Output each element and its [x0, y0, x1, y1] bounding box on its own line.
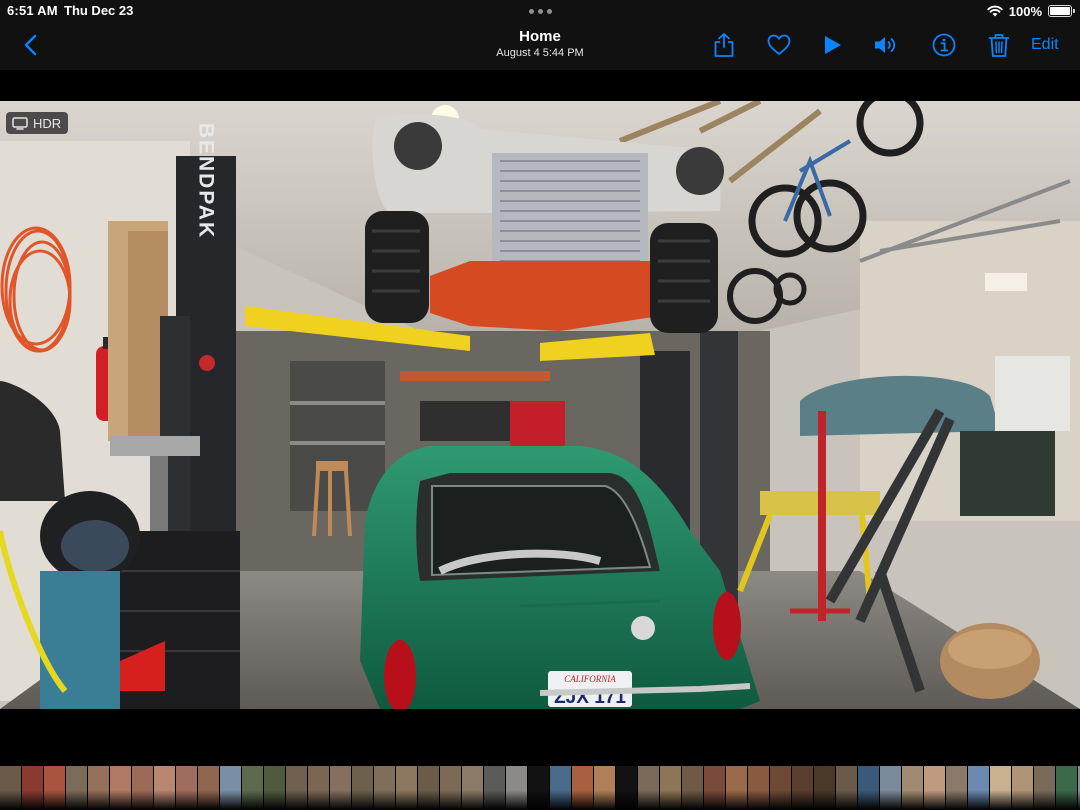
filmstrip-thumbnail[interactable]: [506, 766, 527, 810]
filmstrip-thumbnail[interactable]: [308, 766, 329, 810]
filmstrip-thumbnail[interactable]: [638, 766, 659, 810]
volume-icon[interactable]: [873, 32, 899, 58]
play-icon[interactable]: [820, 32, 846, 58]
filmstrip-thumbnail[interactable]: [1012, 766, 1033, 810]
filmstrip-thumbnail[interactable]: [66, 766, 87, 810]
heart-icon[interactable]: [766, 32, 792, 58]
filmstrip-thumbnail[interactable]: [858, 766, 879, 810]
filmstrip-thumbnail[interactable]: [242, 766, 263, 810]
filmstrip-thumbnail[interactable]: [132, 766, 153, 810]
filmstrip-thumbnail[interactable]: [660, 766, 681, 810]
hdr-label: HDR: [33, 115, 62, 131]
info-icon[interactable]: [931, 32, 957, 58]
filmstrip-thumbnail[interactable]: [792, 766, 813, 810]
filmstrip-thumbnail[interactable]: [88, 766, 109, 810]
status-right: 100%: [987, 2, 1075, 20]
filmstrip-thumbnail[interactable]: [154, 766, 175, 810]
nav-bar: Home August 4 5:44 PM Edit: [0, 22, 1080, 70]
filmstrip-thumbnail[interactable]: [1034, 766, 1055, 810]
filmstrip-thumbnail[interactable]: [22, 766, 43, 810]
filmstrip-thumbnail[interactable]: [968, 766, 989, 810]
filmstrip-thumbnail[interactable]: [374, 766, 395, 810]
filmstrip-thumbnail[interactable]: [220, 766, 241, 810]
filmstrip-thumbnail[interactable]: [286, 766, 307, 810]
battery-fill: [1050, 7, 1070, 15]
battery-percent: 100%: [1008, 3, 1042, 19]
trash-icon[interactable]: [986, 32, 1012, 58]
filmstrip-thumbnail[interactable]: [990, 766, 1011, 810]
filmstrip-thumbnail[interactable]: [682, 766, 703, 810]
filmstrip-thumbnail[interactable]: [726, 766, 747, 810]
filmstrip-thumbnail[interactable]: [902, 766, 923, 810]
filmstrip-thumbnail[interactable]: [814, 766, 835, 810]
status-time: 6:51 AM: [7, 3, 58, 18]
filmstrip-thumbnail[interactable]: [770, 766, 791, 810]
filmstrip-thumbnail[interactable]: [594, 766, 615, 810]
filmstrip-thumbnail[interactable]: [484, 766, 505, 810]
battery-icon: [1048, 5, 1075, 17]
filmstrip-thumbnail[interactable]: [946, 766, 967, 810]
filmstrip-thumbnail[interactable]: [264, 766, 285, 810]
filmstrip-thumbnail[interactable]: [396, 766, 417, 810]
filmstrip-thumbnail[interactable]: [616, 766, 637, 810]
filmstrip-thumbnail[interactable]: [330, 766, 351, 810]
filmstrip-thumbnail[interactable]: [440, 766, 461, 810]
photo-datetime: August 4 5:44 PM: [496, 47, 584, 59]
filmstrip-thumbnail[interactable]: [110, 766, 131, 810]
filmstrip-thumbnail[interactable]: [572, 766, 593, 810]
status-bar: 6:51 AM Thu Dec 23 100%: [0, 0, 1080, 22]
filmstrip-thumbnail[interactable]: [418, 766, 439, 810]
filmstrip-thumbnail[interactable]: [198, 766, 219, 810]
multitasking-dots-icon[interactable]: [529, 7, 553, 15]
plate-state-text: CALIFORNIA: [564, 674, 616, 684]
filmstrip-thumbnail[interactable]: [352, 766, 373, 810]
lift-brand-text: BENDPAK: [195, 123, 218, 239]
filmstrip-thumbnail[interactable]: [0, 766, 21, 810]
filmstrip-thumbnail[interactable]: [44, 766, 65, 810]
filmstrip-thumbnail[interactable]: [528, 766, 549, 810]
filmstrip-thumbnail[interactable]: [924, 766, 945, 810]
filmstrip-thumbnail[interactable]: [176, 766, 197, 810]
edit-button[interactable]: Edit: [1031, 36, 1059, 54]
wifi-icon: [987, 5, 1003, 17]
filmstrip[interactable]: [0, 766, 1080, 810]
filmstrip-thumbnail[interactable]: [462, 766, 483, 810]
display-icon: [12, 116, 28, 130]
filmstrip-thumbnail[interactable]: [880, 766, 901, 810]
hdr-badge: HDR: [6, 112, 69, 134]
share-icon[interactable]: [711, 32, 737, 58]
photo-view[interactable]: BENDPAK CALIFORNIA ZJX 171 HDR: [0, 101, 1080, 709]
filmstrip-thumbnail[interactable]: [836, 766, 857, 810]
filmstrip-thumbnail[interactable]: [704, 766, 725, 810]
album-title: Home: [519, 28, 561, 45]
status-date: Thu Dec 23: [64, 3, 134, 18]
filmstrip-thumbnail[interactable]: [748, 766, 769, 810]
garage-photo: BENDPAK CALIFORNIA ZJX 171: [0, 101, 1080, 709]
filmstrip-thumbnail[interactable]: [1056, 766, 1077, 810]
filmstrip-thumbnail[interactable]: [550, 766, 571, 810]
